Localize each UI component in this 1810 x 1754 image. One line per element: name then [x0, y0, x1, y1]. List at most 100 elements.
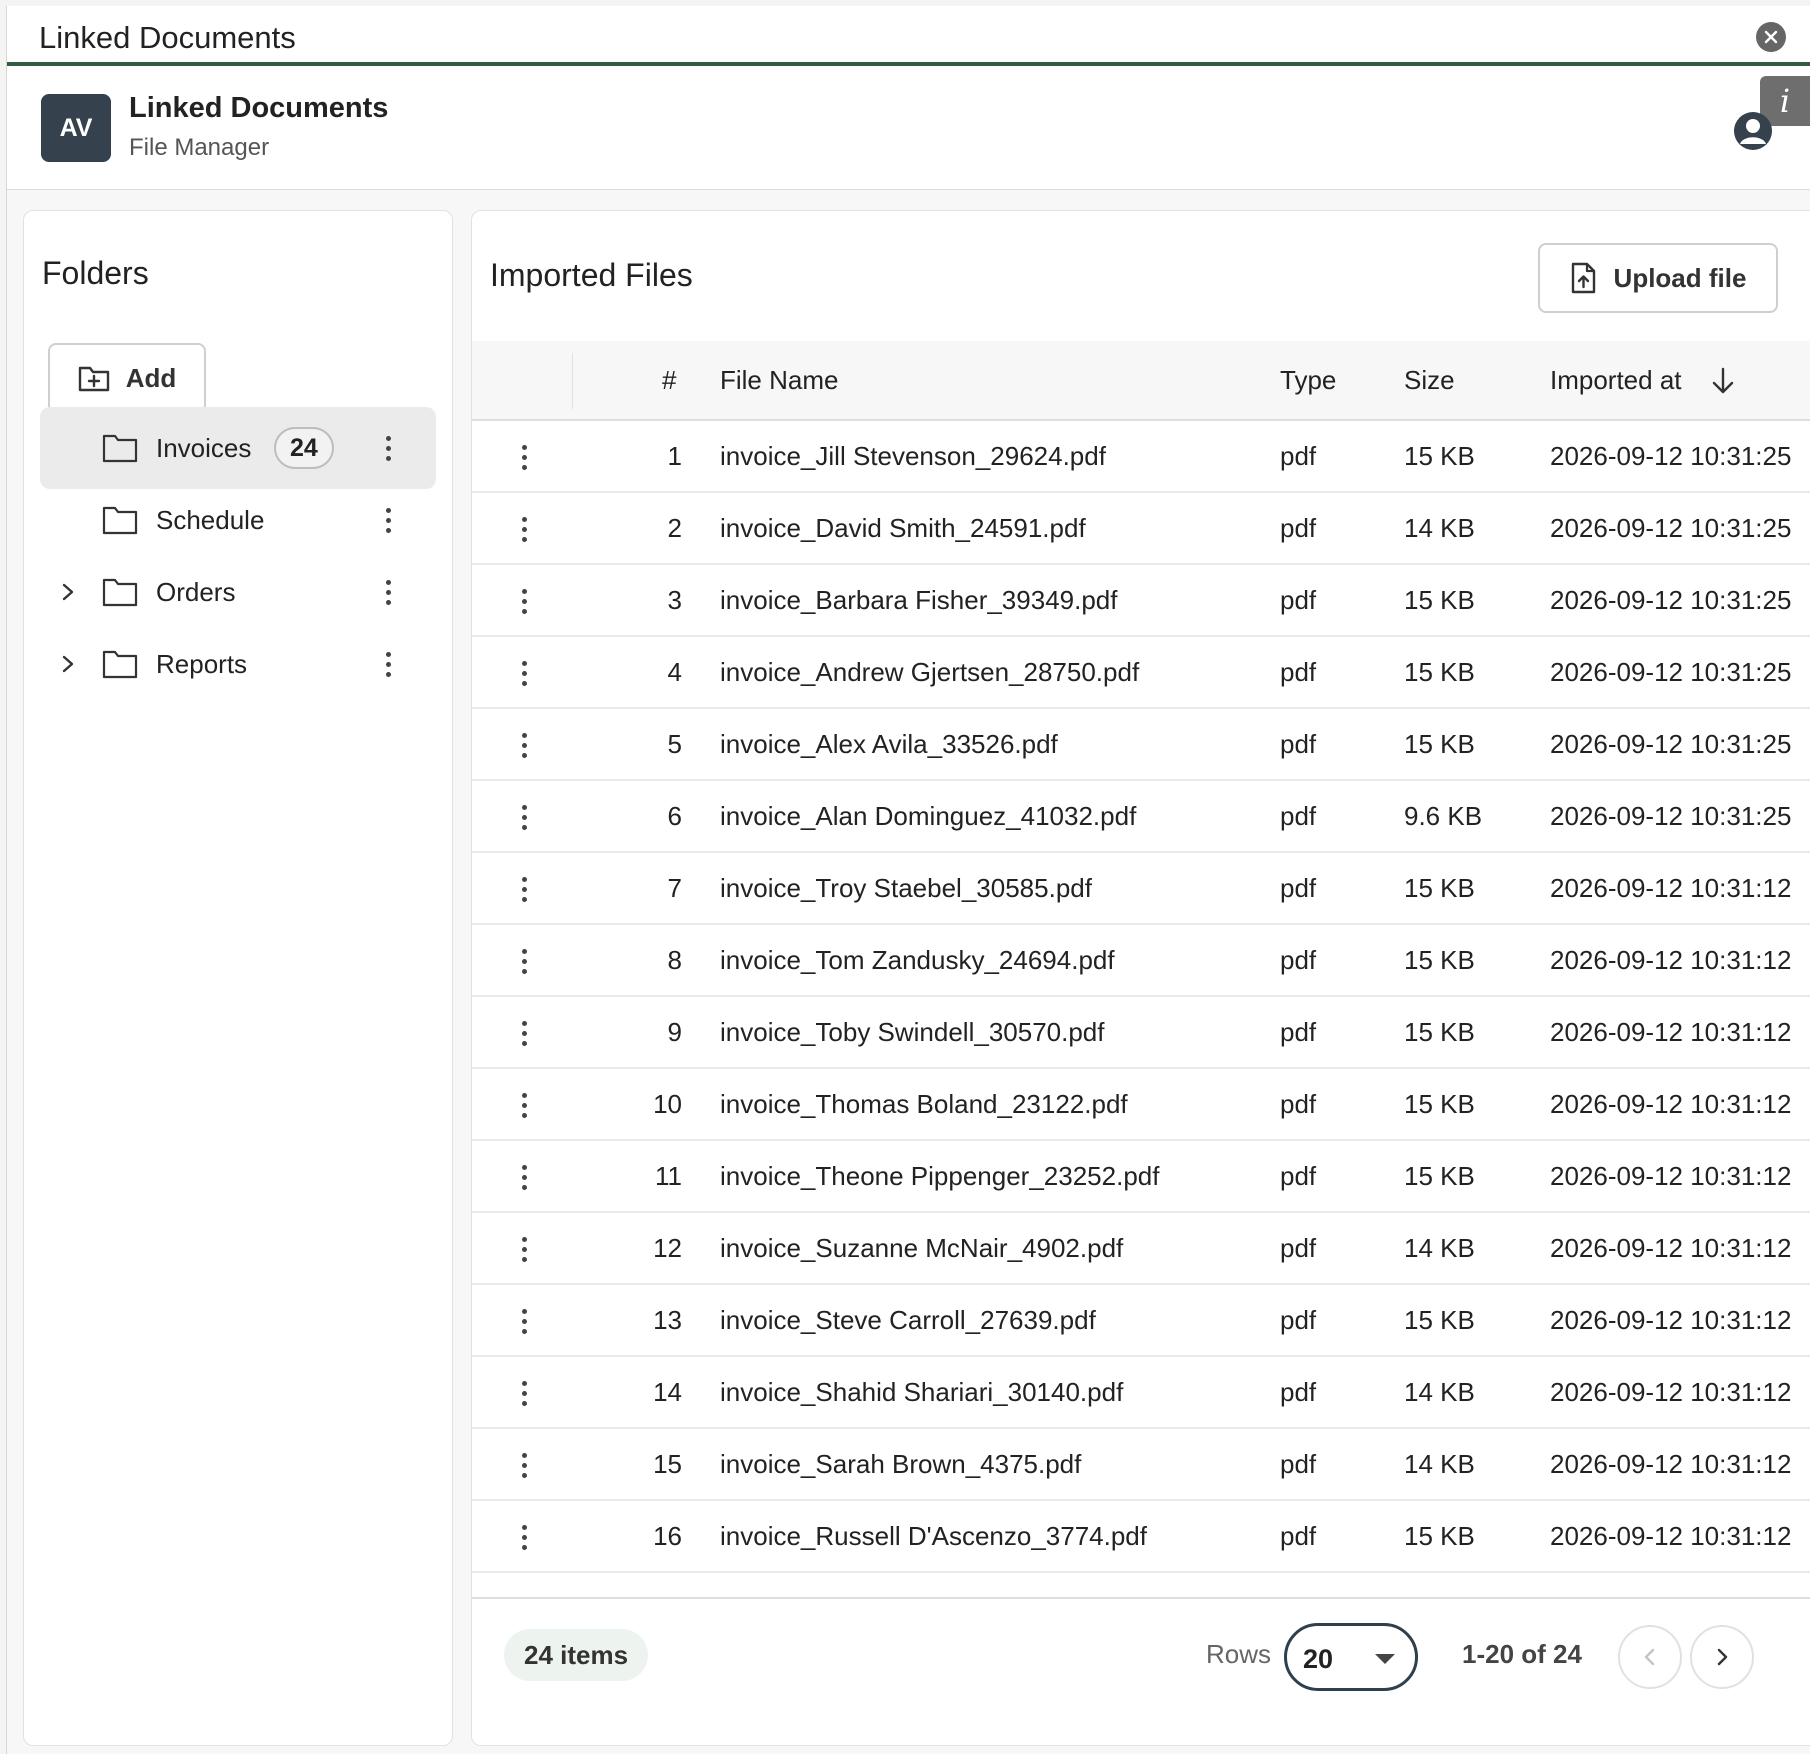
row-menu-button[interactable] — [512, 1085, 536, 1125]
file-type: pdf — [1280, 1521, 1317, 1551]
chevron-right-icon[interactable] — [58, 582, 78, 602]
row-menu-button[interactable] — [512, 1517, 536, 1557]
folder-menu-button[interactable] — [376, 572, 400, 612]
file-type: pdf — [1280, 1305, 1317, 1335]
upload-file-label: Upload file — [1613, 262, 1747, 293]
imported-at: 2026-09-12 10:31:25 — [1550, 513, 1792, 543]
file-size: 15 KB — [1404, 1161, 1475, 1191]
row-menu-button[interactable] — [512, 1013, 536, 1053]
folder-menu-button[interactable] — [376, 500, 400, 540]
chevron-right-icon — [1717, 1648, 1728, 1666]
row-menu-button[interactable] — [512, 797, 536, 837]
file-size: 14 KB — [1404, 1449, 1475, 1479]
file-type: pdf — [1280, 1017, 1317, 1047]
row-menu-button[interactable] — [512, 1373, 536, 1413]
table-row[interactable]: 16 invoice_Russell D'Ascenzo_3774.pdf pdf 1… — [472, 1501, 1810, 1573]
column-header-size[interactable]: Size — [1404, 365, 1455, 396]
column-header-file-name[interactable]: File Name — [720, 365, 838, 396]
table-row[interactable]: 15 invoice_Sarah Brown_4375.pdf pdf 14 KB 20… — [472, 1429, 1810, 1501]
folder-count-badge: 24 — [274, 427, 334, 469]
imported-at: 2026-09-12 10:31:12 — [1550, 873, 1792, 903]
file-type: pdf — [1280, 729, 1317, 759]
table-row[interactable]: 4 invoice_Andrew Gjertsen_28750.pdf pdf 15 … — [472, 637, 1810, 709]
table-row[interactable]: 12 invoice_Suzanne McNair_4902.pdf pdf 14 K… — [472, 1213, 1810, 1285]
table-row[interactable]: 3 invoice_Barbara Fisher_39349.pdf pdf 15 K… — [472, 565, 1810, 637]
pagination-range: 1-20 of 24 — [1462, 1639, 1582, 1669]
row-menu-button[interactable] — [512, 941, 536, 981]
file-type: pdf — [1280, 801, 1317, 831]
chevron-left-icon — [1644, 1648, 1655, 1666]
row-menu-button[interactable] — [512, 1445, 536, 1485]
row-menu-button[interactable] — [512, 581, 536, 621]
file-type: pdf — [1280, 513, 1317, 543]
table-row[interactable]: 8 invoice_Tom Zandusky_24694.pdf pdf 15 KB 2… — [472, 925, 1810, 997]
table-row[interactable]: 14 invoice_Shahid Shariari_30140.pdf pdf 14… — [472, 1357, 1810, 1429]
folder-item-orders[interactable]: Orders — [40, 551, 436, 633]
sort-descending-icon[interactable] — [1710, 367, 1736, 395]
next-page-button[interactable] — [1690, 1625, 1754, 1689]
add-folder-button[interactable]: Add — [48, 343, 206, 413]
row-menu-button[interactable] — [512, 1157, 536, 1197]
table-row[interactable]: 10 invoice_Thomas Boland_23122.pdf pdf 15 K… — [472, 1069, 1810, 1141]
app-header: AV Linked Documents File Manager i — [7, 66, 1810, 190]
file-type: pdf — [1280, 1233, 1317, 1263]
app-subtitle: File Manager — [129, 134, 270, 161]
app-title: Linked Documents — [129, 92, 389, 124]
table-row[interactable]: 1 invoice_Jill Stevenson_29624.pdf pdf 15 K… — [472, 421, 1810, 493]
file-name: invoice_Theone Pippenger_23252.pdf — [720, 1161, 1160, 1191]
row-menu-button[interactable] — [512, 509, 536, 549]
file-upload-icon — [1571, 262, 1595, 294]
rows-per-page-select[interactable]: 20 — [1284, 1623, 1418, 1691]
table-row[interactable]: 11 invoice_Theone Pippenger_23252.pdf pdf 1… — [472, 1141, 1810, 1213]
table-row[interactable]: 7 invoice_Troy Staebel_30585.pdf pdf 15 KB 2… — [472, 853, 1810, 925]
file-size: 15 KB — [1404, 873, 1475, 903]
row-menu-button[interactable] — [512, 1301, 536, 1341]
row-menu-button[interactable] — [512, 1229, 536, 1269]
folder-name: Orders — [156, 576, 236, 607]
add-folder-label: Add — [125, 362, 177, 393]
folder-menu-button[interactable] — [376, 428, 400, 468]
file-type: pdf — [1280, 945, 1317, 975]
user-account-icon[interactable] — [1732, 110, 1774, 152]
table-row[interactable]: 5 invoice_Alex Avila_33526.pdf pdf 15 KB 202… — [472, 709, 1810, 781]
rows-per-page-value: 20 — [1303, 1644, 1334, 1674]
column-header-imported-at[interactable]: Imported at — [1550, 365, 1682, 396]
column-header-type[interactable]: Type — [1280, 365, 1336, 396]
row-menu-button[interactable] — [512, 437, 536, 477]
imported-at: 2026-09-12 10:31:12 — [1550, 1017, 1792, 1047]
file-size: 14 KB — [1404, 1233, 1475, 1263]
folder-item-reports[interactable]: Reports — [40, 623, 436, 705]
file-type: pdf — [1280, 1161, 1317, 1191]
files-heading: Imported Files — [490, 257, 693, 293]
folder-menu-button[interactable] — [376, 644, 400, 684]
file-name: invoice_Alan Dominguez_41032.pdf — [720, 801, 1137, 831]
file-name: invoice_Toby Swindell_30570.pdf — [720, 1017, 1105, 1047]
row-menu-button[interactable] — [512, 653, 536, 693]
previous-page-button[interactable] — [1618, 1625, 1682, 1689]
row-menu-button[interactable] — [512, 869, 536, 909]
row-number: 4 — [667, 657, 682, 687]
folder-name: Reports — [156, 648, 248, 679]
table-row[interactable]: 13 invoice_Steve Carroll_27639.pdf pdf 15 K… — [472, 1285, 1810, 1357]
close-button[interactable] — [1756, 22, 1786, 52]
row-number: 13 — [653, 1305, 682, 1335]
row-menu-button[interactable] — [512, 1589, 536, 1597]
table-row[interactable]: 2 invoice_David Smith_24591.pdf pdf 14 KB 20… — [472, 493, 1810, 565]
folder-name: Invoices — [156, 432, 252, 463]
files-panel: Imported Files Upload file # File Name T… — [471, 210, 1810, 1746]
row-menu-button[interactable] — [512, 725, 536, 765]
folder-item-schedule[interactable]: Schedule — [40, 479, 436, 561]
file-name: invoice_Tom Zandusky_24694.pdf — [720, 945, 1115, 975]
file-type: pdf — [1280, 1449, 1317, 1479]
table-row[interactable]: 9 invoice_Toby Swindell_30570.pdf pdf 15 KB… — [472, 997, 1810, 1069]
imported-at: 2026-09-12 10:31:12 — [1550, 945, 1792, 975]
chevron-right-icon[interactable] — [58, 654, 78, 674]
upload-file-button[interactable]: Upload file — [1538, 243, 1778, 313]
file-type: pdf — [1280, 1089, 1317, 1119]
row-number: 16 — [653, 1521, 682, 1551]
table-row[interactable]: 17invoice_Rose O'Brian_28019.pdfpdf15 KB… — [472, 1573, 1810, 1597]
column-header-number[interactable]: # — [662, 365, 676, 396]
column-divider — [572, 353, 573, 409]
folder-item-invoices[interactable]: Invoices 24 — [40, 407, 436, 489]
table-row[interactable]: 6 invoice_Alan Dominguez_41032.pdf pdf 9.6 … — [472, 781, 1810, 853]
